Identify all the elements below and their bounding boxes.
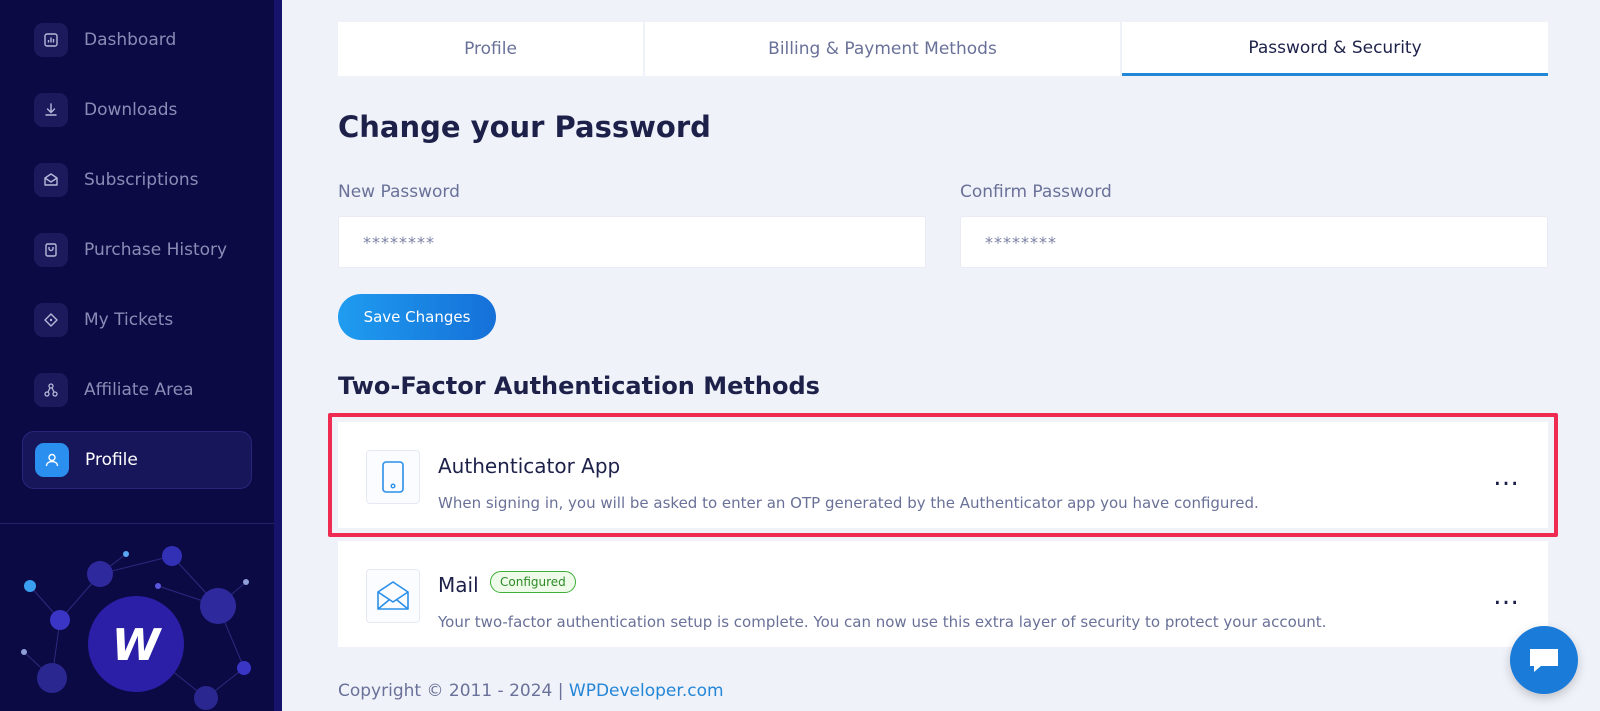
network-graphic: W <box>21 546 251 710</box>
sidebar-item-label: Purchase History <box>84 240 228 260</box>
tab-password-security[interactable]: Password & Security <box>1122 22 1548 76</box>
confirm-password-label: Confirm Password <box>960 182 1112 202</box>
more-options-icon[interactable]: … <box>1493 581 1520 611</box>
mail-method: Mail Configured Your two-factor authenti… <box>338 541 1548 647</box>
profile-tabs: Profile Billing & Payment Methods Passwo… <box>338 22 1548 76</box>
sidebar-item-label: Downloads <box>84 100 178 120</box>
method-description: Your two-factor authentication setup is … <box>438 613 1327 631</box>
chat-bubble-icon <box>1530 649 1558 672</box>
sidebar-item-dashboard[interactable]: Dashboard <box>22 11 252 69</box>
confirm-password-field[interactable]: ******** <box>960 216 1548 268</box>
user-icon <box>35 443 69 477</box>
sidebar-item-label: My Tickets <box>84 310 174 330</box>
copyright-text: Copyright © 2011 - 2024 | <box>338 681 569 701</box>
footer: Copyright © 2011 - 2024 | WPDeveloper.co… <box>338 681 724 701</box>
ticket-icon <box>34 303 68 337</box>
tab-billing-payment-methods[interactable]: Billing & Payment Methods <box>645 22 1120 76</box>
affiliate-icon <box>34 373 68 407</box>
sidebar-scrollbar[interactable] <box>274 0 282 711</box>
purchase-history-icon <box>34 233 68 267</box>
chat-button[interactable] <box>1510 626 1578 694</box>
save-changes-button[interactable]: Save Changes <box>338 294 496 340</box>
sidebar-item-affiliate-area[interactable]: Affiliate Area <box>22 361 252 419</box>
status-badge: Configured <box>490 571 576 593</box>
sidebar-item-label: Affiliate Area <box>84 380 194 400</box>
new-password-label: New Password <box>338 182 460 202</box>
highlight-box <box>328 413 1558 537</box>
sidebar-item-subscriptions[interactable]: Subscriptions <box>22 151 252 209</box>
two-factor-heading: Two-Factor Authentication Methods <box>338 372 820 400</box>
new-password-field[interactable]: ******** <box>338 216 926 268</box>
subscriptions-icon <box>34 163 68 197</box>
method-title: Mail <box>438 573 479 597</box>
sidebar-item-label: Subscriptions <box>84 170 199 190</box>
sidebar-item-label: Dashboard <box>84 30 177 50</box>
sidebar-item-my-tickets[interactable]: My Tickets <box>22 291 252 349</box>
page-title: Change your Password <box>338 110 711 144</box>
sidebar-item-downloads[interactable]: Downloads <box>22 81 252 139</box>
sidebar-item-label: Profile <box>85 450 138 470</box>
dashboard-icon <box>34 23 68 57</box>
download-icon <box>34 93 68 127</box>
wpdeveloper-link[interactable]: WPDeveloper.com <box>569 681 724 701</box>
sidebar: Dashboard Downloads Subscriptions Purcha… <box>0 0 282 711</box>
sidebar-item-purchase-history[interactable]: Purchase History <box>22 221 252 279</box>
svg-text:W: W <box>112 620 163 671</box>
sidebar-item-profile[interactable]: Profile <box>22 431 252 489</box>
mail-icon <box>366 569 420 623</box>
tab-profile[interactable]: Profile <box>338 22 643 76</box>
